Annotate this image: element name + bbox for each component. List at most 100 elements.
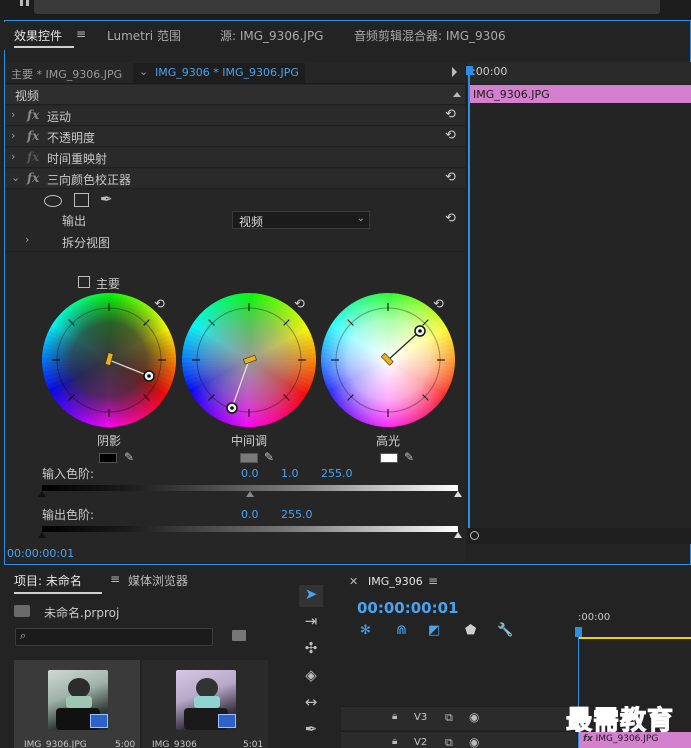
sequence-tab-name[interactable]: IMG_9306 bbox=[368, 575, 423, 588]
pen-tool-icon[interactable]: ✒ bbox=[299, 720, 323, 742]
sequence-timecode[interactable]: 00:00:00:01 bbox=[357, 599, 459, 617]
chevron-right-icon[interactable]: › bbox=[11, 129, 15, 142]
reset-icon[interactable]: ⟲ bbox=[445, 128, 456, 143]
effect-timeline-pane bbox=[467, 62, 691, 542]
sequence-playhead-handle[interactable] bbox=[575, 627, 582, 637]
tab-media-browser[interactable]: 媒体浏览器 bbox=[128, 572, 188, 589]
highlights-swatch[interactable] bbox=[380, 453, 398, 463]
ellipse-mask-icon[interactable] bbox=[44, 195, 62, 207]
input-black-slider[interactable] bbox=[38, 491, 46, 497]
project-item[interactable]: IMG_9306.JPG 5:00 bbox=[14, 660, 140, 748]
effect-row-time-remap[interactable]: › fx 时间重映射 bbox=[5, 148, 465, 168]
highlights-wheel[interactable] bbox=[321, 293, 455, 427]
tab-project[interactable]: 项目: 未命名 bbox=[14, 572, 82, 589]
input-gamma-value[interactable]: 1.0 bbox=[281, 467, 299, 480]
project-search-input[interactable]: ⌕ bbox=[15, 628, 213, 646]
pen-mask-icon[interactable]: ✒ bbox=[100, 190, 113, 208]
current-timecode[interactable]: 00:00:00:01 bbox=[7, 547, 74, 560]
track-select-tool-icon[interactable]: ⇥ bbox=[299, 612, 323, 634]
tab-menu-icon[interactable]: ≡ bbox=[76, 27, 86, 41]
midtones-swatch[interactable] bbox=[240, 453, 258, 463]
snap-icon[interactable]: ⋒ bbox=[396, 623, 407, 638]
fx-icon[interactable]: fx bbox=[27, 129, 39, 143]
tab-menu-icon[interactable]: ≡ bbox=[428, 574, 438, 588]
eye-icon[interactable]: ◉ bbox=[469, 735, 479, 748]
chevron-right-icon[interactable]: › bbox=[11, 150, 15, 163]
tab-audio-clip-mixer[interactable]: 音频剪辑混合器: IMG_9306 bbox=[354, 27, 506, 44]
output-black-slider[interactable] bbox=[38, 532, 46, 538]
output-white-value[interactable]: 255.0 bbox=[281, 508, 313, 521]
zoom-handle-icon[interactable] bbox=[470, 531, 479, 540]
play-triangle-icon[interactable] bbox=[452, 67, 457, 77]
reset-icon[interactable]: ⟲ bbox=[294, 297, 305, 312]
input-white-value[interactable]: 255.0 bbox=[321, 467, 353, 480]
eyedropper-icon[interactable]: ✎ bbox=[124, 450, 134, 464]
wrench-icon[interactable]: 🔧 bbox=[497, 623, 513, 638]
effect-timeline-zoom-bar[interactable] bbox=[467, 528, 691, 544]
input-black-value[interactable]: 0.0 bbox=[241, 467, 259, 480]
split-view-row[interactable]: › 拆分视图 bbox=[5, 232, 465, 252]
reset-icon[interactable]: ⟲ bbox=[445, 170, 456, 185]
chevron-right-icon[interactable]: › bbox=[11, 108, 15, 121]
eyedropper-icon[interactable]: ✎ bbox=[264, 450, 274, 464]
tab-menu-icon[interactable]: ≡ bbox=[110, 572, 120, 586]
lock-icon[interactable]: 🔒︎ bbox=[392, 711, 397, 722]
master-clip-label[interactable]: 主要 * IMG_9306.JPG bbox=[11, 66, 122, 82]
add-marker-icon[interactable]: ⬟ bbox=[465, 623, 476, 638]
track-header-v3[interactable]: 🔒︎ V3 ⧉ ◉ bbox=[341, 706, 577, 730]
tab-effect-controls[interactable]: 效果控件 bbox=[14, 27, 62, 44]
shadows-wheel[interactable] bbox=[42, 293, 176, 427]
linked-selection-icon[interactable]: ◩ bbox=[428, 623, 440, 638]
tab-source[interactable]: 源: IMG_9306.JPG bbox=[220, 27, 323, 44]
project-file-name: 未命名.prproj bbox=[44, 606, 120, 620]
track-header-v2[interactable]: 🔒︎ V2 ⧉ ◉ bbox=[341, 731, 577, 748]
effect-playhead-handle[interactable] bbox=[466, 66, 473, 75]
reset-icon[interactable]: ⟲ bbox=[445, 211, 456, 226]
chevron-down-icon: ⌄ bbox=[139, 65, 149, 78]
effect-timeline-clip[interactable]: IMG_9306.JPG bbox=[469, 85, 691, 103]
rectangle-mask-icon[interactable] bbox=[74, 193, 89, 207]
effect-playhead[interactable] bbox=[468, 68, 470, 542]
active-clip-dropdown[interactable]: ⌄ IMG_9306 * IMG_9306.JPG bbox=[133, 63, 305, 83]
effect-label-opacity: 不透明度 bbox=[47, 131, 96, 145]
output-select[interactable]: 视频 ⌄ bbox=[232, 211, 370, 229]
effect-row-three-way[interactable]: ⌄ fx 三向颜色校正器 ⟲ bbox=[5, 169, 465, 189]
top-scrollbar[interactable] bbox=[34, 0, 660, 14]
slip-tool-icon[interactable]: ↔ bbox=[299, 693, 323, 715]
eyedropper-icon[interactable]: ✎ bbox=[404, 450, 414, 464]
selection-tool-icon[interactable]: ➤ bbox=[299, 585, 323, 607]
chevron-down-icon[interactable]: ⌄ bbox=[11, 171, 20, 184]
input-white-slider[interactable] bbox=[454, 491, 462, 497]
pause-icon[interactable] bbox=[20, 0, 32, 6]
fx-icon[interactable]: fx bbox=[27, 171, 39, 185]
project-item[interactable]: IMG_9306 5:01 bbox=[142, 660, 268, 748]
output-black-value[interactable]: 0.0 bbox=[241, 508, 259, 521]
chevron-right-icon[interactable]: › bbox=[25, 233, 29, 246]
work-area-bar[interactable] bbox=[578, 637, 691, 639]
master-checkbox[interactable] bbox=[78, 276, 90, 288]
output-white-slider[interactable] bbox=[454, 532, 462, 538]
reset-icon[interactable]: ⟲ bbox=[154, 297, 165, 312]
midtones-wheel[interactable] bbox=[182, 293, 316, 427]
effect-row-opacity[interactable]: › fx 不透明度 ⟲ bbox=[5, 127, 465, 147]
shadows-swatch[interactable] bbox=[99, 453, 117, 463]
close-icon[interactable]: ✕ bbox=[349, 575, 358, 588]
new-bin-icon[interactable] bbox=[232, 630, 246, 641]
lock-icon[interactable]: 🔒︎ bbox=[392, 736, 397, 747]
effect-row-motion[interactable]: › fx 运动 ⟲ bbox=[5, 106, 465, 126]
input-gamma-slider[interactable] bbox=[246, 491, 254, 497]
toggle-output-icon[interactable]: ⧉ bbox=[445, 711, 453, 725]
razor-tool-icon[interactable]: ◈ bbox=[299, 666, 323, 688]
reset-icon[interactable]: ⟲ bbox=[433, 297, 444, 312]
eye-icon[interactable]: ◉ bbox=[469, 710, 479, 724]
toggle-output-icon[interactable]: ⧉ bbox=[445, 736, 453, 748]
sequence-ruler-time: :00:00 bbox=[578, 612, 611, 623]
fx-icon[interactable]: fx bbox=[27, 108, 39, 122]
midtones-label: 中间调 bbox=[230, 434, 267, 448]
tab-lumetri-scopes[interactable]: Lumetri 范围 bbox=[107, 27, 181, 44]
section-video[interactable]: 视频 bbox=[5, 85, 465, 105]
nest-toggle-icon[interactable]: ✻ bbox=[360, 623, 371, 638]
collapse-caret-icon[interactable] bbox=[453, 92, 461, 97]
ripple-edit-tool-icon[interactable]: ✣ bbox=[299, 639, 323, 661]
reset-icon[interactable]: ⟲ bbox=[445, 107, 456, 122]
